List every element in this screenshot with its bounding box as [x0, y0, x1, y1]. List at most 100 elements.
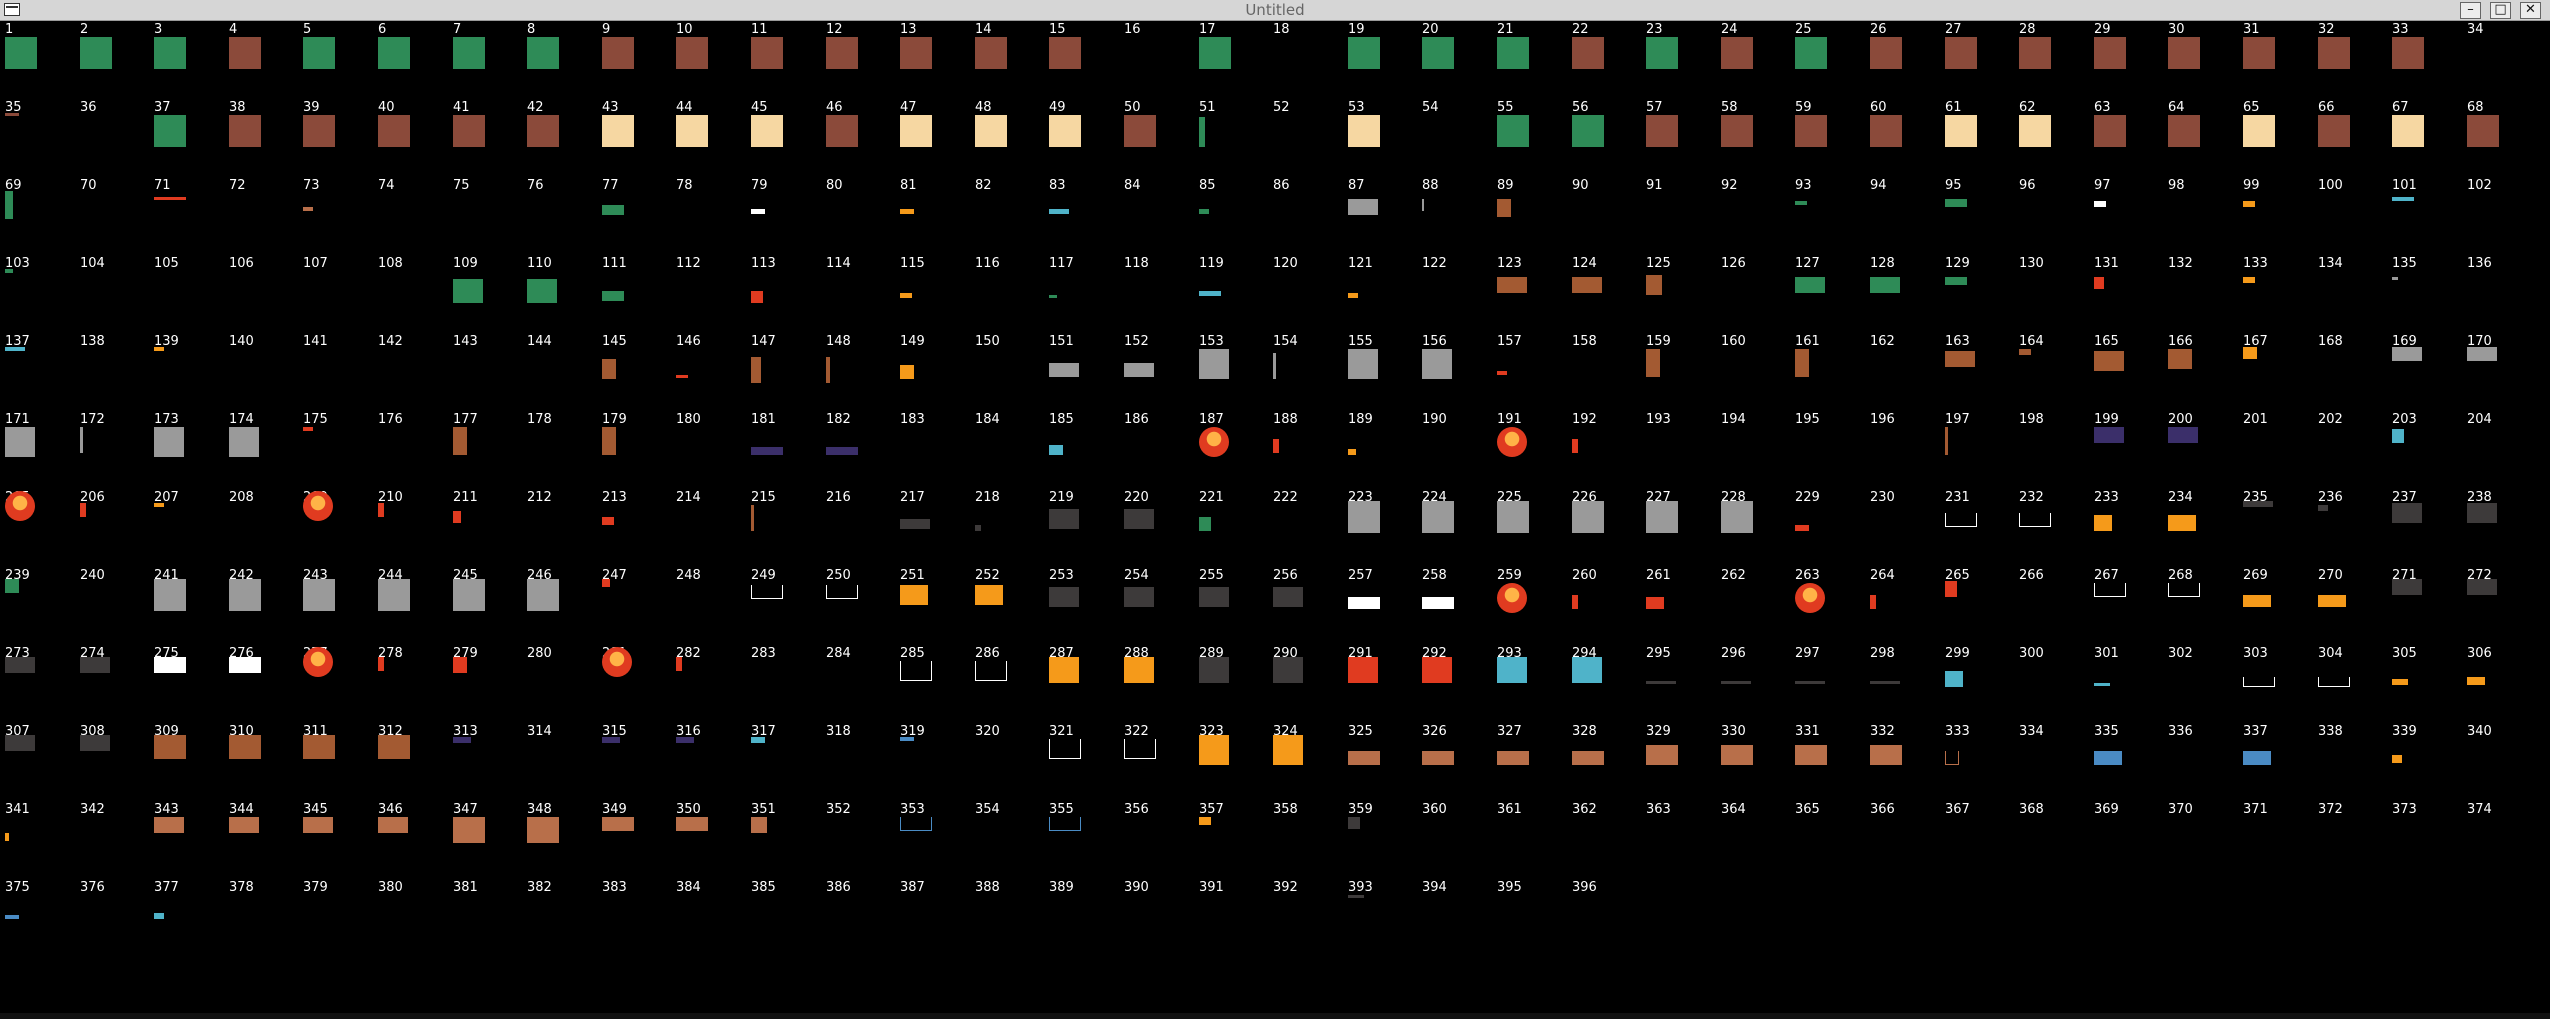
tile-cell[interactable]: 330	[1721, 725, 1795, 803]
tile-cell[interactable]: 174	[229, 413, 303, 491]
tile-cell[interactable]: 385	[751, 881, 825, 959]
tile-cell[interactable]: 184	[975, 413, 1049, 491]
tile-cell[interactable]: 394	[1422, 881, 1496, 959]
tile-cell[interactable]: 328	[1572, 725, 1646, 803]
maximize-button[interactable]: □	[2490, 2, 2511, 19]
tile-cell[interactable]: 39	[303, 101, 377, 179]
tile-cell[interactable]: 101	[2392, 179, 2466, 257]
tile-cell[interactable]: 95	[1945, 179, 2019, 257]
tile-cell[interactable]: 6	[378, 23, 452, 101]
tile-cell[interactable]: 5	[303, 23, 377, 101]
tile-cell[interactable]: 340	[2467, 725, 2541, 803]
tile-cell[interactable]: 293	[1497, 647, 1571, 725]
tile-cell[interactable]: 313	[453, 725, 527, 803]
tile-cell[interactable]: 304	[2318, 647, 2392, 725]
tile-cell[interactable]: 211	[453, 491, 527, 569]
tile-cell[interactable]: 20	[1422, 23, 1496, 101]
tile-cell[interactable]: 271	[2392, 569, 2466, 647]
tile-cell[interactable]: 308	[80, 725, 154, 803]
tile-cell[interactable]: 157	[1497, 335, 1571, 413]
tile-cell[interactable]: 316	[676, 725, 750, 803]
tile-cell[interactable]: 87	[1348, 179, 1422, 257]
tile-cell[interactable]: 277	[303, 647, 377, 725]
tile-cell[interactable]: 1	[5, 23, 79, 101]
tile-cell[interactable]: 362	[1572, 803, 1646, 881]
tile-cell[interactable]: 228	[1721, 491, 1795, 569]
tile-cell[interactable]: 222	[1273, 491, 1347, 569]
tile-cell[interactable]: 36	[80, 101, 154, 179]
tile-cell[interactable]: 92	[1721, 179, 1795, 257]
tile-cell[interactable]: 286	[975, 647, 1049, 725]
tile-cell[interactable]: 357	[1199, 803, 1273, 881]
tile-cell[interactable]: 17	[1199, 23, 1273, 101]
tile-cell[interactable]: 102	[2467, 179, 2541, 257]
tile-cell[interactable]: 210	[378, 491, 452, 569]
tile-cell[interactable]: 251	[900, 569, 974, 647]
tile-cell[interactable]: 292	[1422, 647, 1496, 725]
tile-cell[interactable]: 359	[1348, 803, 1422, 881]
tile-cell[interactable]: 195	[1795, 413, 1869, 491]
tile-cell[interactable]: 122	[1422, 257, 1496, 335]
tile-cell[interactable]: 318	[826, 725, 900, 803]
tile-cell[interactable]: 62	[2019, 101, 2093, 179]
tile-cell[interactable]: 161	[1795, 335, 1869, 413]
tile-cell[interactable]: 315	[602, 725, 676, 803]
tile-cell[interactable]: 24	[1721, 23, 1795, 101]
tile-cell[interactable]: 375	[5, 881, 79, 959]
tile-cell[interactable]: 43	[602, 101, 676, 179]
tile-cell[interactable]: 264	[1870, 569, 1944, 647]
tile-cell[interactable]: 91	[1646, 179, 1720, 257]
tile-cell[interactable]: 68	[2467, 101, 2541, 179]
tile-cell[interactable]: 344	[229, 803, 303, 881]
tile-cell[interactable]: 254	[1124, 569, 1198, 647]
tile-cell[interactable]: 70	[80, 179, 154, 257]
tile-cell[interactable]: 339	[2392, 725, 2466, 803]
tile-cell[interactable]: 99	[2243, 179, 2317, 257]
tile-cell[interactable]: 52	[1273, 101, 1347, 179]
tile-cell[interactable]: 356	[1124, 803, 1198, 881]
tile-cell[interactable]: 395	[1497, 881, 1571, 959]
tile-cell[interactable]: 153	[1199, 335, 1273, 413]
tile-cell[interactable]: 15	[1049, 23, 1123, 101]
tile-cell[interactable]: 129	[1945, 257, 2019, 335]
tile-cell[interactable]: 380	[378, 881, 452, 959]
tile-cell[interactable]: 169	[2392, 335, 2466, 413]
tile-cell[interactable]: 166	[2168, 335, 2242, 413]
tile-cell[interactable]: 110	[527, 257, 601, 335]
tile-cell[interactable]: 317	[751, 725, 825, 803]
tile-cell[interactable]: 391	[1199, 881, 1273, 959]
tile-cell[interactable]: 215	[751, 491, 825, 569]
tile-cell[interactable]: 392	[1273, 881, 1347, 959]
tile-cell[interactable]: 165	[2094, 335, 2168, 413]
tile-cell[interactable]: 262	[1721, 569, 1795, 647]
tile-cell[interactable]: 200	[2168, 413, 2242, 491]
tile-cell[interactable]: 202	[2318, 413, 2392, 491]
tile-cell[interactable]: 221	[1199, 491, 1273, 569]
tile-cell[interactable]: 338	[2318, 725, 2392, 803]
tile-cell[interactable]: 191	[1497, 413, 1571, 491]
tile-cell[interactable]: 72	[229, 179, 303, 257]
tile-cell[interactable]: 172	[80, 413, 154, 491]
tile-cell[interactable]: 378	[229, 881, 303, 959]
tile-cell[interactable]: 96	[2019, 179, 2093, 257]
tile-cell[interactable]: 358	[1273, 803, 1347, 881]
tile-cell[interactable]: 280	[527, 647, 601, 725]
tile-cell[interactable]: 363	[1646, 803, 1720, 881]
tile-cell[interactable]: 353	[900, 803, 974, 881]
tile-cell[interactable]: 31	[2243, 23, 2317, 101]
tile-cell[interactable]: 121	[1348, 257, 1422, 335]
tile-cell[interactable]: 216	[826, 491, 900, 569]
tile-cell[interactable]: 67	[2392, 101, 2466, 179]
tile-cell[interactable]: 214	[676, 491, 750, 569]
tile-cell[interactable]: 63	[2094, 101, 2168, 179]
tile-cell[interactable]: 116	[975, 257, 1049, 335]
tile-cell[interactable]: 354	[975, 803, 1049, 881]
minimize-button[interactable]: –	[2460, 2, 2481, 19]
tile-cell[interactable]: 105	[154, 257, 228, 335]
tile-cell[interactable]: 145	[602, 335, 676, 413]
tile-cell[interactable]: 253	[1049, 569, 1123, 647]
tile-cell[interactable]: 185	[1049, 413, 1123, 491]
tile-cell[interactable]: 35	[5, 101, 79, 179]
tile-cell[interactable]: 85	[1199, 179, 1273, 257]
tile-cell[interactable]: 119	[1199, 257, 1273, 335]
